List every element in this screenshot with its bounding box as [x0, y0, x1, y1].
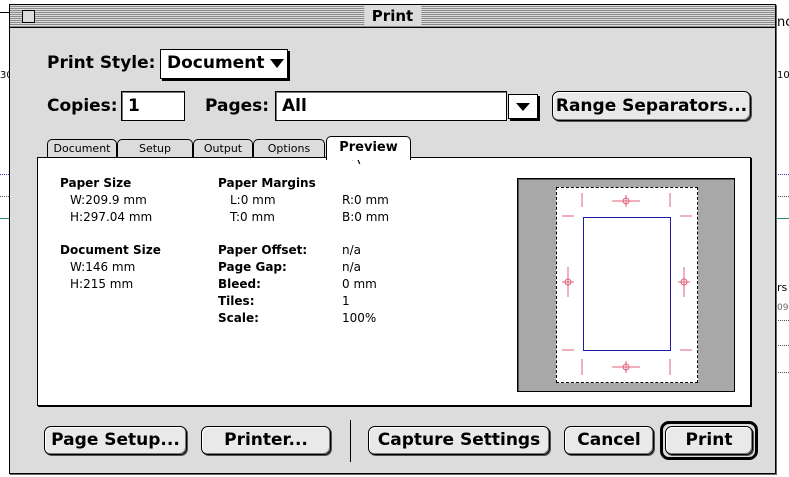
background-rule: [776, 196, 789, 197]
page-gap-value: n/a: [342, 260, 362, 274]
page-preview: [517, 178, 735, 392]
dialog-title: Print: [363, 6, 422, 26]
document-size-height: H:215 mm: [70, 277, 134, 291]
background-text: nc: [777, 15, 789, 30]
cancel-button[interactable]: Cancel: [564, 426, 654, 455]
background-rule: [0, 174, 9, 175]
print-button[interactable]: Print: [665, 426, 753, 455]
background-rule: [0, 12, 9, 13]
tab-output[interactable]: Output: [193, 139, 253, 158]
chevron-down-icon: [516, 103, 530, 111]
tab-setup[interactable]: Setup: [117, 139, 193, 158]
printer-button[interactable]: Printer...: [201, 426, 331, 455]
tab-document[interactable]: Document: [47, 139, 117, 158]
document-size-width: W:146 mm: [70, 260, 136, 274]
paper-size-width: W:209.9 mm: [70, 193, 147, 207]
copies-label: Copies:: [47, 96, 118, 116]
background-rule: [776, 218, 789, 219]
tiles-value: 1: [342, 294, 350, 308]
background-rule: [776, 320, 789, 321]
tab-options[interactable]: Options: [253, 139, 325, 158]
scale-label: Scale:: [218, 311, 259, 325]
paper-size-heading: Paper Size: [60, 176, 132, 190]
page-gap-label: Page Gap:: [218, 260, 287, 274]
background-text: 09: [777, 303, 789, 313]
tab-preview[interactable]: Preview: [326, 136, 411, 160]
crop-marks-icon: [562, 193, 692, 375]
print-style-popup[interactable]: Document: [160, 49, 288, 79]
close-box[interactable]: [22, 10, 35, 23]
bleed-label: Bleed:: [218, 277, 261, 291]
background-text: rs: [777, 281, 788, 294]
background-text: 10: [777, 70, 789, 81]
capture-settings-button[interactable]: Capture Settings: [368, 426, 550, 455]
paper-margin-bottom: B:0 mm: [342, 210, 390, 224]
page-setup-button[interactable]: Page Setup...: [44, 426, 187, 455]
paper-margins-heading: Paper Margins: [218, 176, 316, 190]
scale-value: 100%: [342, 311, 377, 325]
title-bar[interactable]: Print: [10, 5, 775, 28]
copies-field[interactable]: 1: [121, 91, 185, 121]
chevron-down-icon: [270, 58, 285, 68]
pages-field[interactable]: All: [275, 91, 507, 121]
paper-preview: [556, 187, 698, 383]
paper-offset-label: Paper Offset:: [218, 243, 308, 257]
range-separators-button[interactable]: Range Separators...: [552, 91, 751, 121]
background-rule: [776, 372, 789, 373]
print-style-value: Document: [167, 53, 265, 73]
bleed-value: 0 mm: [342, 277, 377, 291]
background-rule: [776, 174, 789, 175]
button-separator: [350, 420, 351, 462]
paper-margin-top: T:0 mm: [230, 210, 275, 224]
pages-label: Pages:: [205, 96, 270, 116]
paper-offset-value: n/a: [342, 243, 362, 257]
background-rule: [776, 345, 789, 346]
background-rule: [0, 218, 9, 219]
pages-dropdown-button[interactable]: [508, 94, 538, 119]
background-rule: [0, 196, 9, 197]
document-size-heading: Document Size: [60, 243, 161, 257]
paper-size-height: H:297.04 mm: [70, 210, 153, 224]
paper-margin-right: R:0 mm: [342, 193, 389, 207]
paper-margin-left: L:0 mm: [230, 193, 276, 207]
print-style-label: Print Style:: [47, 53, 156, 73]
tiles-label: Tiles:: [218, 294, 255, 308]
